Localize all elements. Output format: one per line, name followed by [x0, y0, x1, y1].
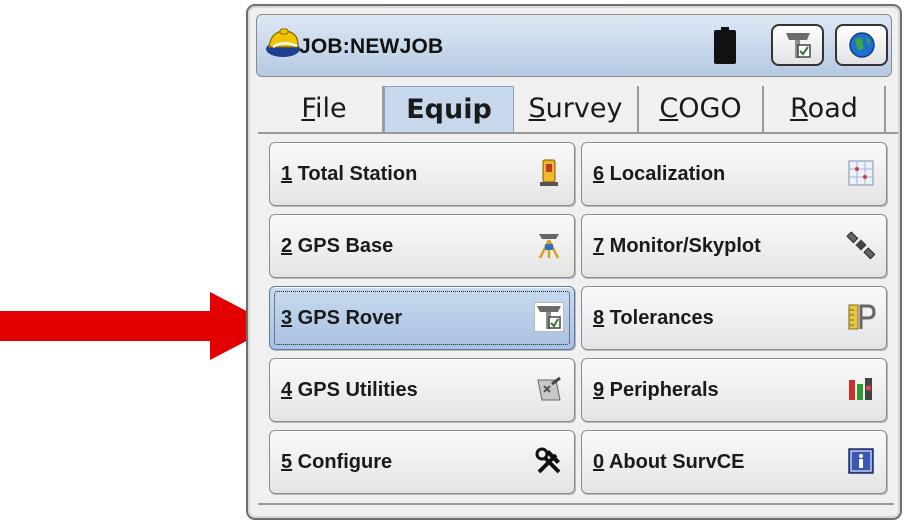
peripherals-button[interactable]: 9 Peripherals: [581, 358, 887, 422]
tab-bar: File Equip Survey COGO Road: [266, 86, 886, 132]
tab-equip[interactable]: Equip: [384, 86, 514, 132]
configure-button[interactable]: 5 Configure: [269, 430, 575, 494]
button-label: 6 Localization: [593, 163, 726, 185]
button-label: 4 GPS Utilities: [281, 379, 418, 401]
gps-base-button[interactable]: 2 GPS Base: [269, 214, 575, 278]
button-label: 5 Configure: [281, 451, 393, 473]
gps-rover-button[interactable]: [771, 24, 824, 66]
total-station-button[interactable]: 1 Total Station: [269, 142, 575, 206]
tolerances-icon: [848, 304, 876, 330]
peripherals-icon: [849, 378, 872, 400]
button-label: 1 Total Station: [281, 163, 418, 185]
tab-divider: [258, 132, 898, 134]
surveyor-hardhat-icon[interactable]: [263, 25, 303, 65]
battery-icon: [714, 27, 736, 64]
button-label: 9 Peripherals: [593, 379, 719, 401]
button-label: 0 About SurvCE: [593, 451, 745, 473]
satellite-icon: [846, 231, 876, 260]
globe-icon: [848, 32, 875, 58]
monitor-skyplot-button[interactable]: 7 Monitor/Skyplot: [581, 214, 887, 278]
survce-window: JOB:NEWJOB File Equip Survey COGO Road 1…: [246, 4, 902, 520]
gps-rover-icon: [534, 302, 564, 332]
localization-button[interactable]: 6 Localization: [581, 142, 887, 206]
localization-grid-icon: [848, 160, 874, 186]
tab-survey[interactable]: Survey: [514, 86, 639, 132]
bottom-frame-line: [258, 503, 894, 505]
tab-cogo[interactable]: COGO: [639, 86, 764, 132]
gps-utilities-icon: [537, 376, 561, 401]
title-bar: JOB:NEWJOB: [256, 14, 892, 77]
globe-button[interactable]: [835, 24, 888, 66]
button-label: 8 Tolerances: [593, 307, 714, 329]
tab-road[interactable]: Road: [764, 86, 886, 132]
annotation-arrow: [0, 292, 275, 360]
gps-rover-menu-button[interactable]: 3 GPS Rover: [269, 286, 575, 350]
job-title: JOB:NEWJOB: [299, 35, 444, 58]
tolerances-button[interactable]: 8 Tolerances: [581, 286, 887, 350]
gps-utilities-button[interactable]: 4 GPS Utilities: [269, 358, 575, 422]
tab-file[interactable]: File: [266, 86, 384, 132]
gps-base-icon: [538, 234, 560, 259]
button-label: 7 Monitor/Skyplot: [593, 235, 761, 257]
hammer-wrench-icon: [535, 447, 561, 474]
about-survce-button[interactable]: 0 About SurvCE: [581, 430, 887, 494]
total-station-icon: [540, 159, 558, 186]
gps-rover-icon: [785, 33, 811, 58]
button-label: 2 GPS Base: [281, 235, 394, 257]
button-label: 3 GPS Rover: [281, 307, 403, 329]
info-icon: [848, 448, 874, 474]
